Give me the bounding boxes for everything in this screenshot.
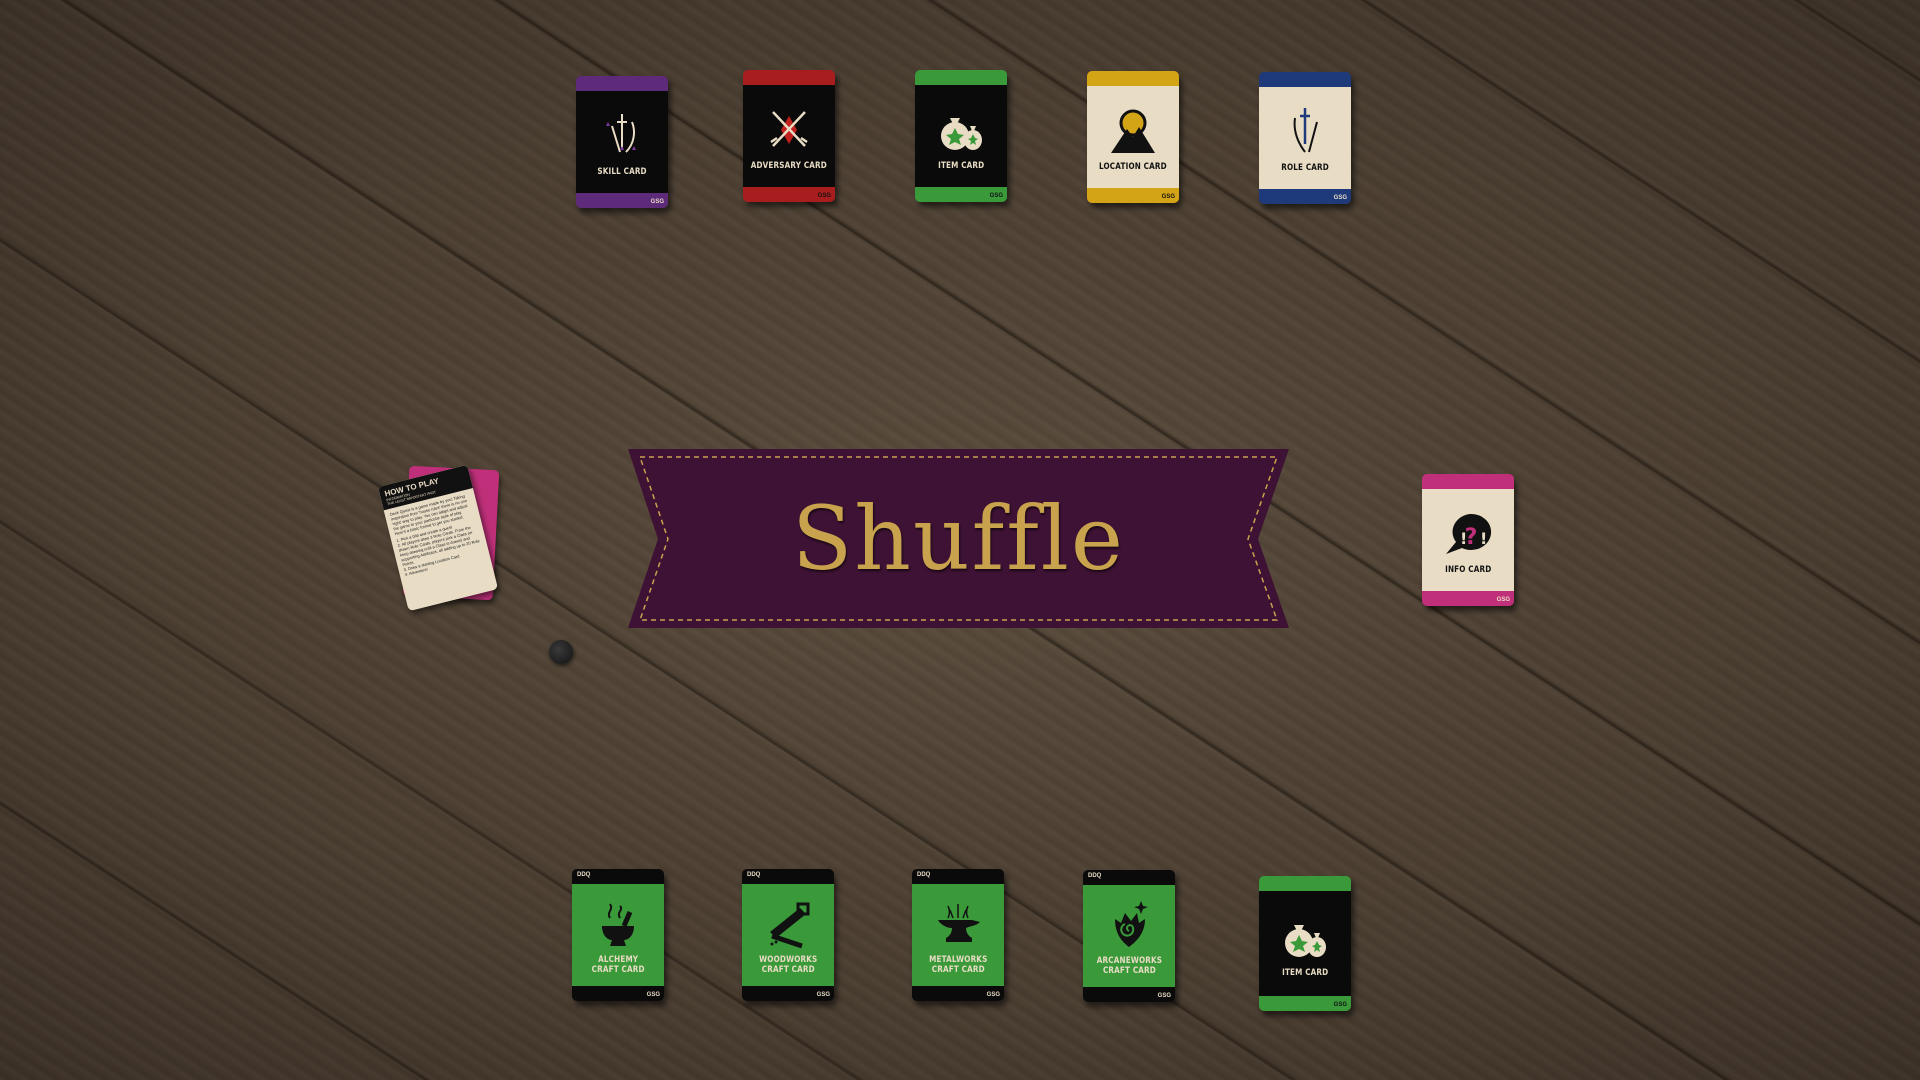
info-card-deck[interactable]: ?!! INFO CARD GSG — [1422, 474, 1514, 606]
role-card-deck[interactable]: ROLE CARD GSG — [1259, 72, 1351, 204]
card-top-stripe — [1422, 474, 1514, 489]
card-label: WOODWORKS CRAFT CARD — [758, 954, 818, 975]
deck-code: DDQ — [577, 872, 591, 878]
deck-code: DDQ — [1088, 873, 1102, 879]
card-label: ADVERSARY CARD — [750, 160, 828, 171]
shuffle-title[interactable]: Shuffle — [628, 449, 1289, 628]
loot-bags-icon — [941, 117, 982, 150]
adversary-card-deck[interactable]: ADVERSARY CARD GSG — [743, 70, 835, 202]
svg-text:!: ! — [1460, 529, 1467, 548]
crossed-swords-icon — [770, 110, 808, 147]
arcane-flame-icon — [1115, 900, 1148, 947]
mortar-pestle-icon — [602, 902, 634, 946]
brand-mark: GSG — [1157, 993, 1171, 999]
brand-mark: GSG — [646, 992, 660, 998]
loot-bags-icon — [1285, 925, 1326, 957]
item-card-deck[interactable]: ITEM CARD GSG — [915, 70, 1007, 202]
speech-bubble-question-icon: ?!! — [1446, 513, 1492, 554]
brand-mark: GSG — [986, 992, 1000, 998]
shuffle-banner[interactable]: Shuffle — [628, 449, 1289, 628]
sword-bow-icon — [1293, 107, 1318, 153]
card-label: ALCHEMY CRAFT CARD — [591, 954, 645, 975]
deck-code: DDQ — [917, 872, 931, 878]
how-to-play-card[interactable]: HOW TO PLAY INFORMATION THE LEAST IMPORT… — [377, 464, 507, 612]
card-top-stripe — [1087, 71, 1179, 86]
brand-mark: GSG — [1333, 195, 1347, 201]
brand-mark: GSG — [816, 992, 830, 998]
brand-mark: GSG — [1333, 1002, 1347, 1008]
card-label: ITEM CARD — [937, 160, 985, 171]
brand-mark: GSG — [989, 193, 1003, 199]
woodworks-craft-card-deck[interactable]: DDQ WOODWORKS CRAFT CARD GSG — [742, 869, 834, 1001]
brand-mark: GSG — [1496, 597, 1510, 603]
compass-mountain-icon — [1111, 109, 1155, 153]
card-top-stripe — [1259, 876, 1351, 891]
card-top-stripe — [576, 76, 668, 91]
card-label: ARCANEWORKS CRAFT CARD — [1096, 955, 1162, 976]
metalworks-craft-card-deck[interactable]: DDQ METALWORKS CRAFT CARD GSG — [912, 869, 1004, 1001]
svg-text:!: ! — [1480, 529, 1487, 548]
skill-card-deck[interactable]: SKILL CARD GSG — [576, 76, 668, 208]
anvil-icon — [938, 903, 980, 942]
arcaneworks-craft-card-deck[interactable]: DDQ ARCANEWORKS CRAFT CARD GSG — [1083, 870, 1175, 1002]
sword-bow-stars-icon — [606, 113, 636, 153]
saw-icon — [770, 902, 810, 948]
card-top-stripe — [1259, 72, 1351, 87]
card-label: LOCATION CARD — [1099, 161, 1167, 172]
deck-code: DDQ — [747, 872, 761, 878]
card-label: ITEM CARD — [1281, 968, 1329, 978]
d20-dice[interactable] — [549, 640, 573, 664]
brand-mark: GSG — [650, 199, 664, 205]
item-card-deck-bottom[interactable]: ITEM CARD GSG — [1259, 876, 1351, 1011]
card-label: SKILL CARD — [597, 166, 647, 177]
card-label: ROLE CARD — [1281, 162, 1329, 173]
brand-mark: GSG — [817, 193, 831, 199]
brand-mark: GSG — [1161, 194, 1175, 200]
card-label: INFO CARD — [1444, 564, 1492, 575]
card-label: METALWORKS CRAFT CARD — [928, 954, 988, 975]
card-top-stripe — [915, 70, 1007, 85]
card-top-stripe — [743, 70, 835, 85]
location-card-deck[interactable]: LOCATION CARD GSG — [1087, 71, 1179, 203]
alchemy-craft-card-deck[interactable]: DDQ ALCHEMY CRAFT CARD GSG — [572, 869, 664, 1001]
